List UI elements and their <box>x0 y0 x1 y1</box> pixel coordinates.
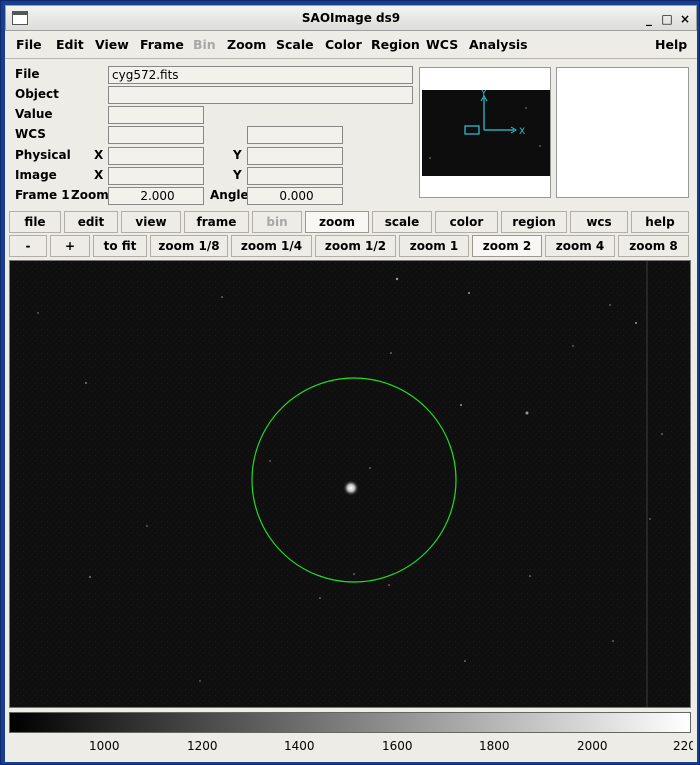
zoom-bar: - + to fit zoom 1/8 zoom 1/4 zoom 1/2 zo… <box>5 235 697 259</box>
value-label: Value <box>15 107 53 121</box>
physical-label: Physical <box>15 148 71 162</box>
close-icon[interactable]: × <box>678 12 692 26</box>
menu-frame[interactable]: Frame <box>140 37 184 52</box>
wcs-field-2 <box>247 126 343 144</box>
angle-label: Angle <box>210 188 249 202</box>
btn-zoom-8[interactable]: zoom 8 <box>618 235 689 257</box>
file-field: cyg572.fits <box>108 66 413 84</box>
image-y-label: Y <box>233 168 242 182</box>
colorbar-tick: 1200 <box>187 739 218 753</box>
object-field <box>108 86 413 104</box>
frame-label: Frame 1 <box>15 188 70 202</box>
btn-color[interactable]: color <box>435 211 498 233</box>
ds9-window: SAOImage ds9 _ □ × File Edit View Frame … <box>0 0 700 765</box>
panner-star <box>539 145 541 147</box>
btn-bin: bin <box>252 211 302 233</box>
btn-scale[interactable]: scale <box>372 211 432 233</box>
btn-zoom-in[interactable]: + <box>50 235 90 257</box>
window-title: SAOImage ds9 <box>301 11 401 25</box>
btn-file[interactable]: file <box>9 211 61 233</box>
btn-zoom-2[interactable]: zoom 2 <box>472 235 542 257</box>
panner-x-label: X <box>519 127 525 137</box>
btn-zoom[interactable]: zoom <box>305 211 369 233</box>
panner-star <box>429 157 431 159</box>
btn-zoom-out[interactable]: - <box>9 235 47 257</box>
colorbar-tick: 220 <box>673 739 693 753</box>
menu-analysis[interactable]: Analysis <box>469 37 528 52</box>
image-display[interactable] <box>9 260 691 708</box>
image-y-field <box>247 167 343 185</box>
menu-edit[interactable]: Edit <box>56 37 84 52</box>
btn-zoom-4[interactable]: zoom 4 <box>545 235 615 257</box>
panner-star <box>525 107 527 109</box>
menu-wcs[interactable]: WCS <box>426 37 458 52</box>
image-x-field <box>108 167 204 185</box>
colorbar[interactable] <box>9 712 691 733</box>
btn-zoom-1-8[interactable]: zoom 1/8 <box>150 235 228 257</box>
btn-wcs[interactable]: wcs <box>570 211 628 233</box>
panner[interactable]: Y X <box>419 67 551 198</box>
btn-view[interactable]: view <box>121 211 181 233</box>
zoom-label: Zoom <box>71 188 109 202</box>
btn-help[interactable]: help <box>631 211 689 233</box>
menu-view[interactable]: View <box>95 37 129 52</box>
btn-zoom-1[interactable]: zoom 1 <box>399 235 469 257</box>
magnifier <box>556 67 689 198</box>
value-field <box>108 106 204 124</box>
minimize-icon[interactable]: _ <box>642 12 656 26</box>
colorbar-tick: 1800 <box>479 739 510 753</box>
image-label: Image <box>15 168 57 182</box>
btn-frame[interactable]: frame <box>184 211 249 233</box>
wcs-label: WCS <box>15 127 46 141</box>
menu-scale[interactable]: Scale <box>276 37 314 52</box>
menu-region[interactable]: Region <box>371 37 420 52</box>
btn-zoom-1-4[interactable]: zoom 1/4 <box>231 235 312 257</box>
physical-x-field <box>108 147 204 165</box>
menu-bin: Bin <box>193 37 216 52</box>
title-bar[interactable]: SAOImage ds9 _ □ × <box>5 5 697 31</box>
panner-y-label: Y <box>480 90 487 99</box>
menu-color[interactable]: Color <box>325 37 362 52</box>
btn-region[interactable]: region <box>501 211 567 233</box>
menu-help[interactable]: Help <box>655 37 687 52</box>
wcs-field <box>108 126 204 144</box>
panner-background <box>422 90 550 176</box>
central-source <box>343 480 359 496</box>
button-bar: file edit view frame bin zoom scale colo… <box>5 211 697 235</box>
panner-image[interactable]: Y X <box>422 90 550 176</box>
client-area: File Edit View Frame Bin Zoom Scale Colo… <box>5 31 697 762</box>
physical-y-field <box>247 147 343 165</box>
colorbar-tick: 1400 <box>284 739 315 753</box>
btn-zoom-fit[interactable]: to fit <box>93 235 147 257</box>
menu-zoom[interactable]: Zoom <box>227 37 266 52</box>
zoom-field: 2.000 <box>108 187 204 205</box>
colorbar-tick: 1600 <box>382 739 413 753</box>
colorbar-scale: 1000 1200 1400 1600 1800 2000 220 <box>9 735 693 757</box>
btn-edit[interactable]: edit <box>64 211 118 233</box>
physical-x-label: X <box>94 148 104 162</box>
angle-field: 0.000 <box>247 187 343 205</box>
menu-file[interactable]: File <box>16 37 42 52</box>
btn-zoom-1-2[interactable]: zoom 1/2 <box>315 235 396 257</box>
physical-y-label: Y <box>233 148 242 162</box>
object-label: Object <box>15 87 59 101</box>
maximize-icon[interactable]: □ <box>660 12 674 26</box>
file-label: File <box>15 67 40 81</box>
image-x-label: X <box>94 168 104 182</box>
menu-bar: File Edit View Frame Bin Zoom Scale Colo… <box>5 31 697 59</box>
fits-image[interactable] <box>10 261 691 708</box>
colorbar-tick: 1000 <box>89 739 120 753</box>
colorbar-tick: 2000 <box>577 739 608 753</box>
